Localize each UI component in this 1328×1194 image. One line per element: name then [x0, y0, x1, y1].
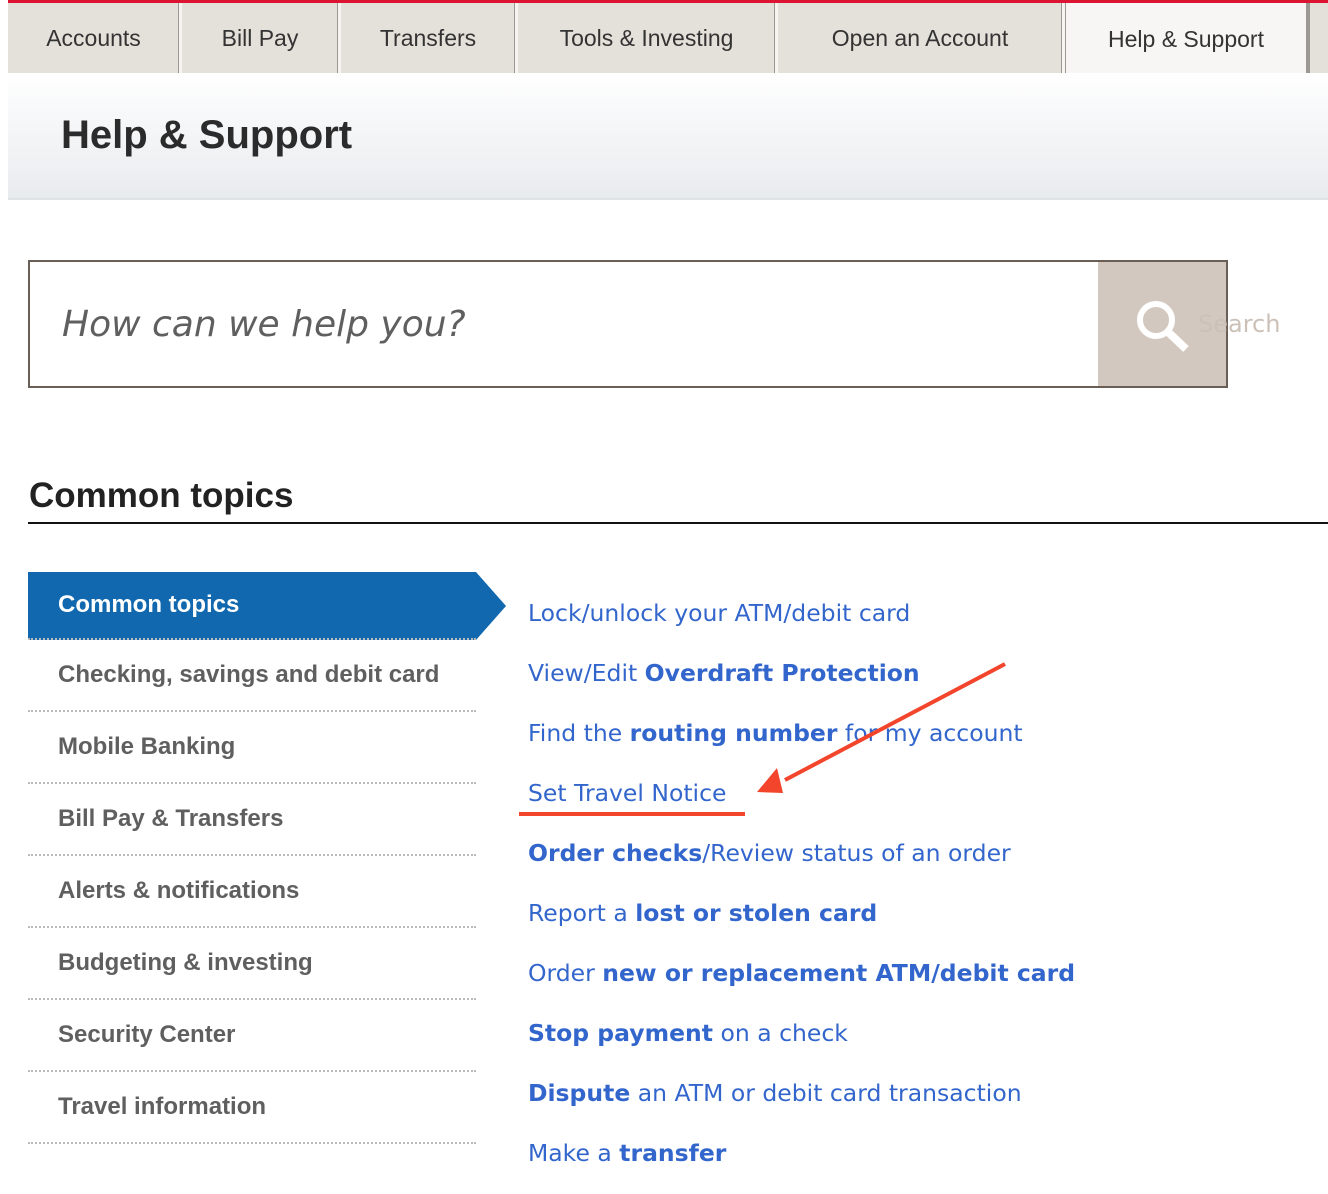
- link-stop-payment[interactable]: Stop payment on a check: [528, 1013, 1075, 1073]
- link-text: View/Edit: [528, 659, 645, 687]
- link-text: Order: [528, 959, 603, 987]
- nav-tab-transfers[interactable]: Transfers: [341, 3, 518, 73]
- link-lock-unlock-card[interactable]: Lock/unlock your ATM/debit card: [528, 593, 1075, 653]
- link-text: Dispute: [528, 1079, 631, 1107]
- link-text: Overdraft Protection: [644, 659, 920, 687]
- link-routing-number[interactable]: Find the routing number for my account: [528, 713, 1075, 773]
- link-text: routing number: [629, 719, 838, 747]
- link-text: /Review status of an order: [702, 839, 1011, 867]
- search-button[interactable]: Search: [1098, 262, 1280, 386]
- topic-budgeting-investing[interactable]: Budgeting & investing: [28, 928, 476, 1000]
- page-header: Help & Support: [8, 73, 1328, 200]
- topic-alerts-notifications[interactable]: Alerts & notifications: [28, 856, 476, 928]
- link-text: on a check: [712, 1019, 848, 1047]
- link-text: Order checks: [528, 839, 703, 867]
- search-bar: Search: [28, 260, 1280, 388]
- link-text: transfer: [619, 1139, 727, 1167]
- main-nav: Accounts Bill Pay Transfers Tools & Inve…: [8, 3, 1328, 75]
- section-divider: [28, 522, 1328, 524]
- link-text: Set Travel Notice: [528, 779, 727, 807]
- link-text: Stop payment: [528, 1019, 713, 1047]
- page-title: Help & Support: [61, 113, 353, 157]
- search-icon: [1137, 301, 1189, 352]
- topic-security-center[interactable]: Security Center: [28, 1000, 476, 1072]
- link-text: lost or stolen card: [635, 899, 878, 927]
- nav-tab-help-support[interactable]: Help & Support: [1065, 3, 1306, 75]
- topic-travel-information[interactable]: Travel information: [28, 1072, 476, 1144]
- topic-checking-savings[interactable]: Checking, savings and debit card: [28, 640, 476, 712]
- topic-mobile-banking[interactable]: Mobile Banking: [28, 712, 476, 784]
- link-set-travel-notice[interactable]: Set Travel Notice: [528, 773, 1075, 833]
- link-report-lost-card[interactable]: Report a lost or stolen card: [528, 893, 1075, 953]
- link-text: Lock/unlock your ATM/debit card: [528, 599, 911, 627]
- link-text: for my account: [837, 719, 1023, 747]
- nav-tab-accounts[interactable]: Accounts: [8, 3, 182, 73]
- nav-tab-bill-pay[interactable]: Bill Pay: [182, 3, 341, 73]
- common-topic-links: Lock/unlock your ATM/debit card View/Edit…: [528, 593, 1075, 1193]
- link-make-transfer[interactable]: Make a transfer: [528, 1133, 1075, 1193]
- search-input[interactable]: [30, 262, 1098, 386]
- link-text: Find the: [528, 719, 630, 747]
- topic-list: Common topics Checking, savings and debi…: [28, 572, 506, 1144]
- link-text: Make a: [528, 1139, 620, 1167]
- search-button-label: Search: [1198, 310, 1281, 338]
- link-overdraft-protection[interactable]: View/Edit Overdraft Protection: [528, 653, 1075, 713]
- nav-tab-open-account[interactable]: Open an Account: [778, 3, 1065, 73]
- section-title: Common topics: [29, 476, 294, 515]
- link-text: an ATM or debit card transaction: [630, 1079, 1022, 1107]
- link-order-checks[interactable]: Order checks/Review status of an order: [528, 833, 1075, 893]
- nav-tab-tools-investing[interactable]: Tools & Investing: [518, 3, 778, 73]
- link-text: new or replacement ATM/debit card: [602, 959, 1076, 987]
- link-order-replacement-card[interactable]: Order new or replacement ATM/debit card: [528, 953, 1075, 1013]
- topic-common-topics[interactable]: Common topics: [28, 572, 506, 640]
- link-dispute-transaction[interactable]: Dispute an ATM or debit card transaction: [528, 1073, 1075, 1133]
- nav-divider: [1306, 3, 1310, 73]
- topic-bill-pay-transfers[interactable]: Bill Pay & Transfers: [28, 784, 476, 856]
- link-text: Report a: [528, 899, 636, 927]
